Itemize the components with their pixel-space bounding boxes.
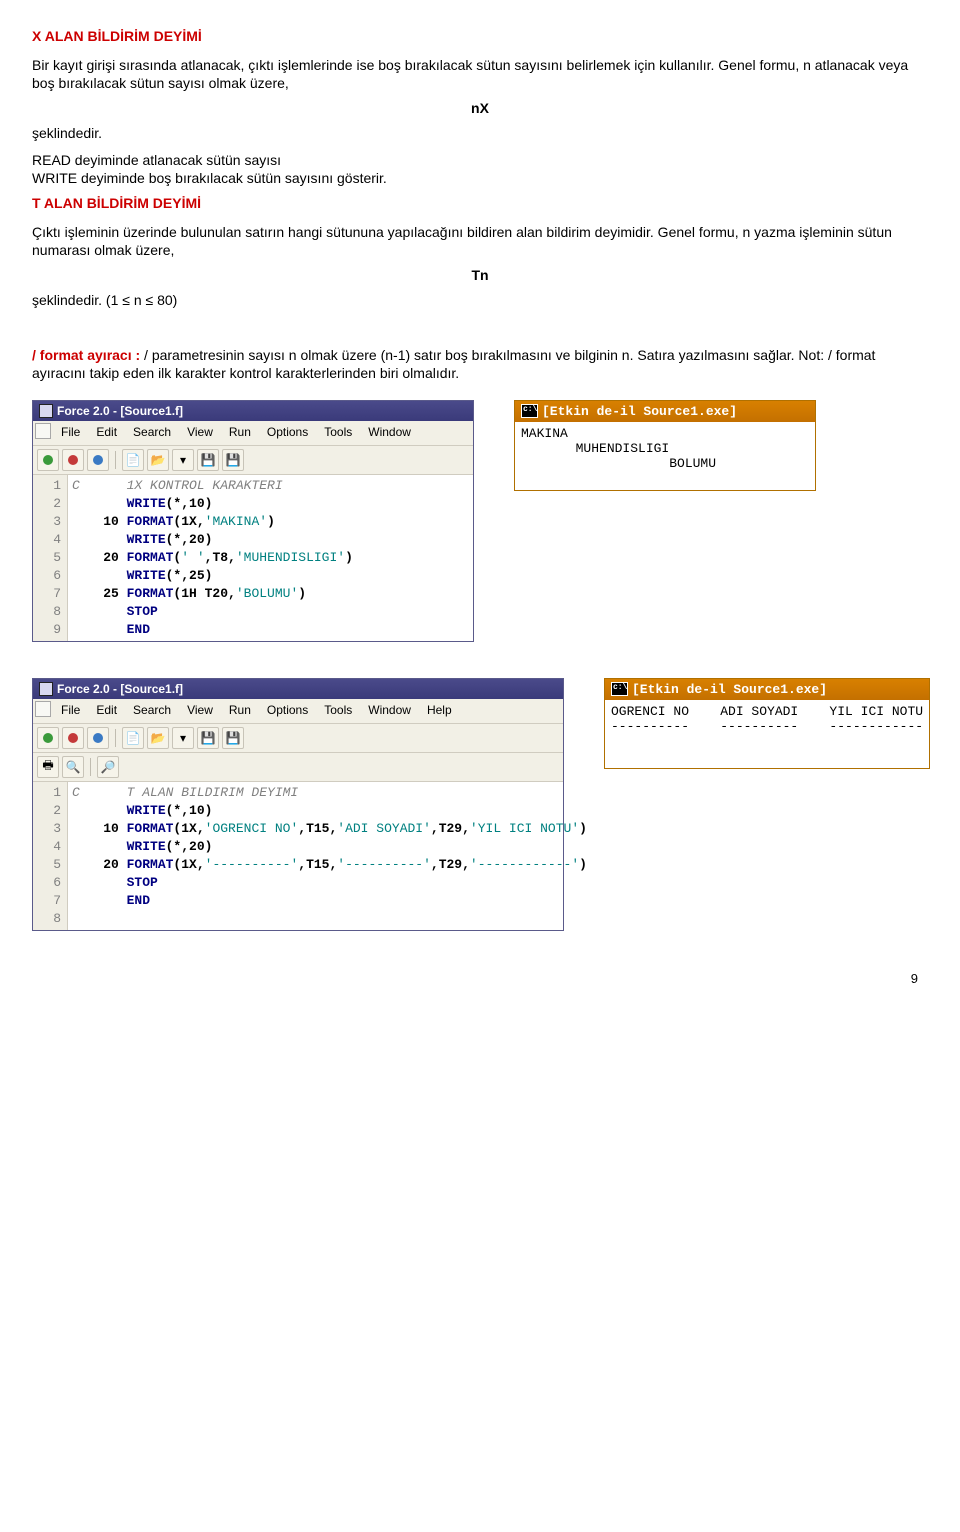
print-icon[interactable]: 🖶 (37, 756, 59, 778)
find-icon[interactable]: 🔍 (62, 756, 84, 778)
ide2-menu-edit[interactable]: Edit (88, 701, 125, 719)
ide2-code[interactable]: C T ALAN BILDIRIM DEYIMI WRITE(*,10) 10 … (68, 782, 591, 930)
console1-body: MAKINA MUHENDISLIGI BOLUMU (515, 422, 815, 490)
console-window-1: c:\ [Etkin de-il Source1.exe] MAKINA MUH… (514, 400, 816, 491)
pause-button-icon[interactable] (87, 727, 109, 749)
toolbar-separator (90, 758, 91, 776)
read-note: READ deyiminde atlanacak sütün sayısı (32, 151, 928, 169)
ide1-title: Force 2.0 - [Source1.f] (57, 404, 183, 418)
ide1-menu-run[interactable]: Run (221, 423, 259, 441)
format-lead: / format ayıracı : (32, 347, 144, 363)
console-window-2: c:\ [Etkin de-il Source1.exe] OGRENCI NO… (604, 678, 930, 769)
ide-window-1: Force 2.0 - [Source1.f] File Edit Search… (32, 400, 474, 642)
console1-title: [Etkin de-il Source1.exe] (542, 404, 737, 419)
ide-window-2: Force 2.0 - [Source1.f] File Edit Search… (32, 678, 564, 931)
cmd-icon: c:\ (521, 404, 538, 418)
heading-x-alan: X ALAN BİLDİRİM DEYİMİ (32, 28, 928, 44)
ide1-menu-edit[interactable]: Edit (88, 423, 125, 441)
paragraph-t-intro: Çıktı işleminin üzerinde bulunulan satır… (32, 223, 928, 259)
ide2-menu-help[interactable]: Help (419, 701, 460, 719)
nx-notation: nX (32, 100, 928, 116)
ide2-menu-tools[interactable]: Tools (316, 701, 360, 719)
ide1-menu-tools[interactable]: Tools (316, 423, 360, 441)
ide2-toolbar-1: 📄 📂 ▾ 💾 💾 (33, 724, 563, 753)
ide1-menu-options[interactable]: Options (259, 423, 316, 441)
console2-body: OGRENCI NO ADI SOYADI YIL ICI NOTU -----… (605, 700, 929, 768)
ide1-code[interactable]: C 1X KONTROL KARAKTERI WRITE(*,10) 10 FO… (68, 475, 357, 641)
save-all-icon[interactable]: 💾 (222, 449, 244, 471)
stop-button-icon[interactable] (62, 727, 84, 749)
cmd-icon: c:\ (611, 682, 628, 696)
open-file-icon[interactable]: 📂 (147, 449, 169, 471)
tn-notation: Tn (32, 267, 928, 283)
screenshot-row-2: Force 2.0 - [Source1.f] File Edit Search… (32, 678, 928, 931)
ide2-menu-view[interactable]: View (179, 701, 221, 719)
ide1-code-area: 123456789 C 1X KONTROL KARAKTERI WRITE(*… (33, 475, 473, 641)
run-button-icon[interactable] (37, 449, 59, 471)
ide1-menu-file[interactable]: File (53, 423, 88, 441)
toolbar-separator (115, 729, 116, 747)
ide2-menu-run[interactable]: Run (221, 701, 259, 719)
ide1-titlebar: Force 2.0 - [Source1.f] (33, 401, 473, 421)
save-all-icon[interactable]: 💾 (222, 727, 244, 749)
heading-t-alan: T ALAN BİLDİRİM DEYİMİ (32, 195, 928, 211)
format-body: / parametresinin sayısı n olmak üzere (n… (32, 347, 875, 381)
run-button-icon[interactable] (37, 727, 59, 749)
page-number: 9 (32, 971, 918, 986)
ide2-menu-window[interactable]: Window (360, 701, 419, 719)
screenshot-row-1: Force 2.0 - [Source1.f] File Edit Search… (32, 400, 928, 642)
paragraph-x-intro: Bir kayıt girişi sırasında atlanacak, çı… (32, 56, 928, 92)
new-file-icon[interactable]: 📄 (122, 449, 144, 471)
ide2-doc-icon (35, 701, 51, 717)
find-next-icon[interactable]: 🔎 (97, 756, 119, 778)
console2-titlebar: c:\ [Etkin de-il Source1.exe] (605, 679, 929, 700)
console1-titlebar: c:\ [Etkin de-il Source1.exe] (515, 401, 815, 422)
seklindedir-1: şeklindedir. (32, 124, 928, 142)
ide1-doc-icon (35, 423, 51, 439)
save-icon[interactable]: 💾 (197, 449, 219, 471)
format-separator-para: / format ayıracı : / parametresinin sayı… (32, 346, 928, 382)
save-icon[interactable]: 💾 (197, 727, 219, 749)
ide2-menu-file[interactable]: File (53, 701, 88, 719)
console2-title: [Etkin de-il Source1.exe] (632, 682, 827, 697)
ide2-titlebar: Force 2.0 - [Source1.f] (33, 679, 563, 699)
toolbar-separator (115, 451, 116, 469)
ide2-menu-search[interactable]: Search (125, 701, 179, 719)
app-icon (39, 682, 53, 696)
ide1-toolbar: 📄 📂 ▾ 💾 💾 (33, 446, 473, 475)
chevron-down-icon[interactable]: ▾ (172, 449, 194, 471)
ide2-title: Force 2.0 - [Source1.f] (57, 682, 183, 696)
ide2-menubar: File Edit Search View Run Options Tools … (33, 699, 563, 724)
stop-button-icon[interactable] (62, 449, 84, 471)
write-note: WRITE deyiminde boş bırakılacak sütün sa… (32, 169, 928, 187)
open-file-icon[interactable]: 📂 (147, 727, 169, 749)
ide1-menubar: File Edit Search View Run Options Tools … (33, 421, 473, 446)
ide1-menu-window[interactable]: Window (360, 423, 419, 441)
app-icon (39, 404, 53, 418)
ide1-menu-view[interactable]: View (179, 423, 221, 441)
chevron-down-icon[interactable]: ▾ (172, 727, 194, 749)
ide1-menu-search[interactable]: Search (125, 423, 179, 441)
new-file-icon[interactable]: 📄 (122, 727, 144, 749)
ide2-code-area: 12345678 C T ALAN BILDIRIM DEYIMI WRITE(… (33, 782, 563, 930)
ide2-gutter: 12345678 (33, 782, 68, 930)
ide2-menu-options[interactable]: Options (259, 701, 316, 719)
ide1-gutter: 123456789 (33, 475, 68, 641)
ide2-toolbar-2: 🖶 🔍 🔎 (33, 753, 563, 782)
pause-button-icon[interactable] (87, 449, 109, 471)
seklindedir-2: şeklindedir. (1 ≤ n ≤ 80) (32, 291, 928, 309)
